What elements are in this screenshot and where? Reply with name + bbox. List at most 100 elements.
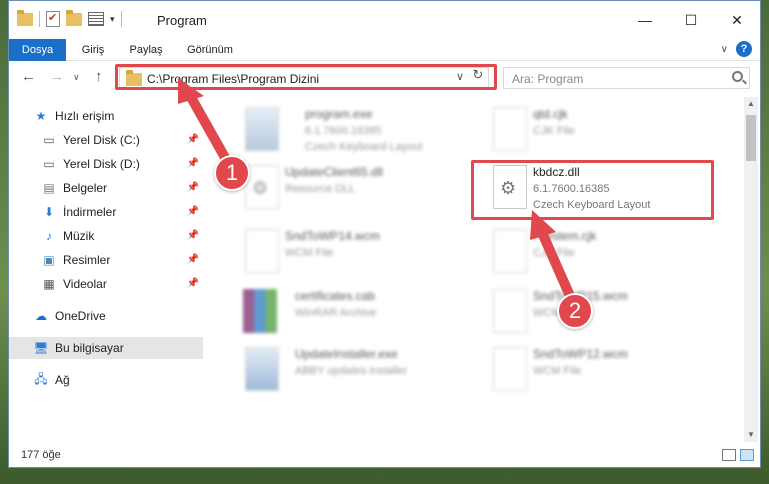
- pictures-icon: ▣: [43, 253, 55, 267]
- pin-icon[interactable]: 📌: [187, 158, 199, 169]
- minimize-button[interactable]: —: [622, 1, 668, 39]
- sidebar-item-onedrive[interactable]: ☁ OneDrive: [9, 305, 203, 327]
- file-name: UpdateInstaller.exe: [295, 347, 398, 361]
- tab-share[interactable]: Paylaş: [121, 39, 171, 61]
- file-name: UpdateClient65.dll: [285, 165, 384, 179]
- customize-toolbar-icon[interactable]: ▾: [110, 14, 115, 25]
- sidebar-item-label: Ağ: [55, 373, 70, 387]
- tab-file[interactable]: Dosya: [9, 39, 66, 61]
- toolbar-divider: [120, 11, 122, 27]
- tab-home[interactable]: Giriş: [71, 39, 115, 61]
- scroll-down-icon[interactable]: ▼: [744, 428, 758, 442]
- sidebar-item-videos[interactable]: ▦ Videolar 📌: [9, 273, 203, 295]
- details-view-icon[interactable]: [722, 449, 736, 461]
- sidebar-item-quick-access[interactable]: ★ Hızlı erişim: [9, 105, 203, 127]
- close-button[interactable]: ✕: [714, 1, 760, 39]
- file-item[interactable]: program.exe 6.1.7600.16385 Czech Keyboar…: [229, 103, 459, 159]
- vertical-scrollbar[interactable]: ▲ ▼: [744, 97, 758, 442]
- sidebar-item-disk-d[interactable]: ▭ Yerel Disk (D:) 📌: [9, 153, 203, 175]
- scroll-up-icon[interactable]: ▲: [744, 97, 758, 111]
- step-badge-2: 2: [557, 293, 593, 329]
- forward-button[interactable]: →: [49, 68, 64, 85]
- search-input[interactable]: Ara: Program: [512, 72, 583, 86]
- up-button[interactable]: ↑: [95, 68, 103, 85]
- star-icon: ★: [35, 109, 47, 123]
- sidebar-item-label: İndirmeler: [63, 205, 117, 219]
- pin-icon[interactable]: 📌: [187, 182, 199, 193]
- address-highlight: [115, 64, 497, 90]
- file-detail: CJK File: [533, 125, 575, 137]
- title-bar: ▾ Program — ☐ ✕: [9, 1, 760, 39]
- ribbon-controls: ∨ ?: [721, 41, 752, 57]
- pin-icon[interactable]: 📌: [187, 134, 199, 145]
- file-item[interactable]: certificates.cab WinRAR Archive: [229, 285, 459, 341]
- network-icon: 🖧: [34, 371, 48, 386]
- cloud-icon: ☁: [35, 309, 47, 323]
- file-item[interactable]: UpdateInstaller.exe ABBY updates install…: [229, 343, 459, 399]
- file-detail: Czech Keyboard Layout: [305, 141, 423, 153]
- view-options-icon[interactable]: [88, 12, 104, 26]
- installer-file-icon: [245, 347, 279, 391]
- file-detail: Resource DLL: [285, 183, 356, 195]
- file-item[interactable]: SndToWP12.wcm WCM File: [477, 343, 707, 399]
- document-file-icon: [493, 107, 527, 151]
- file-detail: WCM File: [533, 365, 582, 377]
- sidebar-item-documents[interactable]: ▤ Belgeler 📌: [9, 177, 203, 199]
- view-toggle: [722, 449, 754, 461]
- sidebar-item-network[interactable]: 🖧 Ağ: [9, 369, 203, 391]
- file-list: program.exe 6.1.7600.16385 Czech Keyboar…: [209, 97, 744, 442]
- new-folder-icon[interactable]: [66, 9, 82, 26]
- tiles-view-icon[interactable]: [740, 449, 754, 461]
- navigation-pane: ★ Hızlı erişim ▭ Yerel Disk (C:) 📌 ▭ Yer…: [9, 97, 205, 442]
- toolbar-divider: [39, 11, 40, 27]
- recent-locations-button[interactable]: ∨: [73, 72, 80, 83]
- document-file-icon: [493, 289, 527, 333]
- document-file-icon: [245, 229, 279, 273]
- maximize-button[interactable]: ☐: [668, 1, 714, 39]
- pin-icon[interactable]: 📌: [187, 278, 199, 289]
- pin-icon[interactable]: 📌: [187, 230, 199, 241]
- drive-icon: ▭: [43, 157, 55, 171]
- properties-icon[interactable]: [46, 11, 60, 27]
- pin-icon[interactable]: 📌: [187, 254, 199, 265]
- sidebar-item-label: Belgeler: [63, 181, 108, 195]
- sidebar-item-label: Resimler: [63, 253, 111, 267]
- help-icon[interactable]: ?: [736, 41, 752, 57]
- sidebar-item-label: Yerel Disk (D:): [63, 157, 140, 171]
- exe-file-icon: [245, 107, 279, 151]
- back-button[interactable]: ←: [21, 68, 36, 85]
- sidebar-item-music[interactable]: ♪ Müzik 📌: [9, 225, 203, 247]
- file-name: Fsystem.cjk: [533, 229, 597, 243]
- search-icon[interactable]: [732, 71, 743, 82]
- sidebar-item-this-pc[interactable]: 🖥 Bu bilgisayar: [9, 337, 203, 359]
- pin-icon[interactable]: 📌: [187, 206, 199, 217]
- file-item[interactable]: SndToWP14.wcm WCM File: [229, 225, 459, 281]
- quick-access-toolbar: ▾: [17, 9, 122, 27]
- archive-file-icon: [243, 289, 277, 333]
- file-item[interactable]: UpdateClient65.dll Resource DLL: [229, 161, 459, 217]
- sidebar-item-downloads[interactable]: ⬇ İndirmeler 📌: [9, 201, 203, 223]
- document-file-icon: [493, 229, 527, 273]
- sidebar-item-disk-c[interactable]: ▭ Yerel Disk (C:) 📌: [9, 129, 203, 151]
- file-detail: WinRAR Archive: [295, 307, 377, 319]
- explorer-window: ▾ Program — ☐ ✕ Dosya Giriş Paylaş Görün…: [8, 0, 761, 468]
- music-icon: ♪: [46, 229, 52, 243]
- file-detail: 6.1.7600.16385: [305, 125, 382, 137]
- window-controls: — ☐ ✕: [622, 1, 760, 39]
- file-name: SndToWP12.wcm: [533, 347, 628, 361]
- file-name: qtd.cjk: [533, 107, 568, 121]
- file-item[interactable]: Fsystem.cjk CJK File: [477, 225, 707, 281]
- computer-icon: 🖥: [33, 341, 49, 355]
- scrollbar-thumb[interactable]: [746, 115, 756, 161]
- sidebar-item-pictures[interactable]: ▣ Resimler 📌: [9, 249, 203, 271]
- document-file-icon: [493, 347, 527, 391]
- search-box[interactable]: Ara: Program: [503, 67, 750, 89]
- download-icon: ⬇: [43, 205, 55, 219]
- documents-icon: ▤: [43, 181, 55, 195]
- tab-view[interactable]: Görünüm: [179, 39, 241, 61]
- expand-ribbon-icon[interactable]: ∨: [721, 44, 728, 55]
- file-item[interactable]: qtd.cjk CJK File: [477, 103, 707, 159]
- folder-icon[interactable]: [17, 9, 33, 26]
- window-title: Program: [157, 13, 207, 28]
- step-badge-1: 1: [214, 155, 250, 191]
